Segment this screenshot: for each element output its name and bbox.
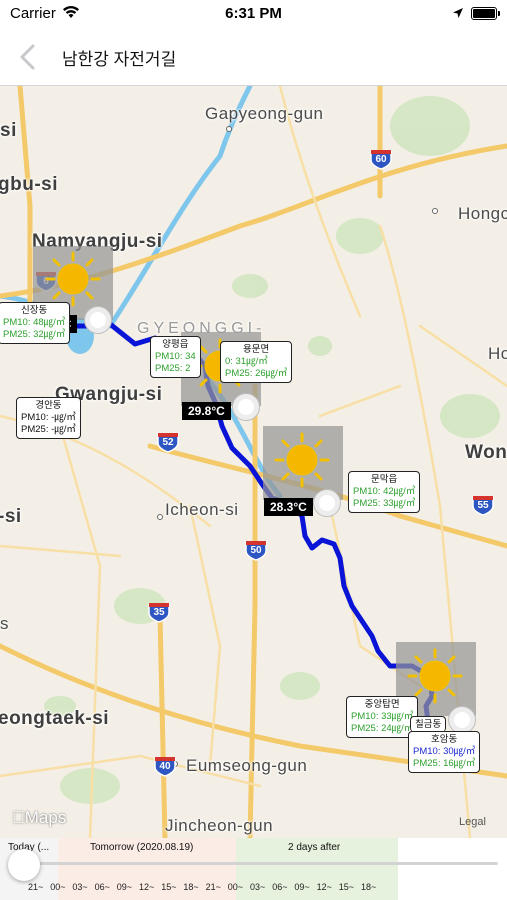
clock: 6:31 PM (225, 5, 282, 22)
timeline-tick: 06~ (272, 882, 288, 892)
highway-shield-60: 60 (369, 148, 393, 170)
timeline-tick: 03~ (72, 882, 88, 892)
station-detail-button[interactable] (448, 706, 476, 734)
forecast-timeline[interactable]: Today (... Tomorrow (2020.08.19) 2 days … (0, 838, 507, 900)
place-uijeongbu: gbu-si (0, 174, 58, 195)
temperature-label: 28.3°C (264, 498, 313, 516)
station-detail-button[interactable] (84, 306, 112, 334)
pm-card-gyeongan[interactable]: 경안동 PM10: -㎍/㎥ PM25: -㎍/㎥ (16, 397, 81, 439)
highway-shield-52: 52 (156, 431, 180, 453)
timeline-tick: 00~ (227, 882, 244, 892)
pm-card-hoam[interactable]: 호암동 PM10: 30㎍/㎥ PM25: 16㎍/㎥ (408, 731, 481, 773)
place-dot (226, 126, 232, 132)
pm-card-sinjang[interactable]: 신장동 PM10: 48㎍/㎥ PM25: 32㎍/㎥ (0, 302, 71, 344)
station-detail-button[interactable] (232, 393, 260, 421)
timeline-tick: 15~ (338, 882, 355, 892)
location-arrow-icon (453, 8, 463, 18)
highway-shield-50: 50 (244, 539, 268, 561)
timeline-tick: 18~ (361, 882, 377, 892)
timeline-tick: 06~ (94, 882, 110, 892)
timeline-tick: 09~ (294, 882, 310, 892)
pm-card-yongmun[interactable]: 용문면 0: 31㎍/㎥ PM25: 26㎍/㎥ (220, 341, 293, 383)
map-view[interactable]: Gapyeong-gun gbu-si Hongcheo Namyangju-s… (0, 86, 507, 838)
place-dot (432, 208, 438, 214)
timeline-tomorrow-label: Tomorrow (2020.08.19) (90, 842, 194, 853)
timeline-tick: 21~ (205, 882, 221, 892)
highway-shield-40: 40 (153, 755, 177, 777)
timeline-tick: 18~ (183, 882, 199, 892)
place-pyeongtaek: eongtaek-si (0, 708, 110, 729)
timeline-tick: 21~ (28, 882, 44, 892)
page-title: 남한강 자전거길 (62, 50, 177, 69)
place-si-left: -si (0, 506, 22, 527)
highway-shield-55: 55 (471, 494, 495, 516)
pm-card-chilgeum[interactable]: 칠금동 (410, 716, 447, 732)
timeline-tick: 03~ (250, 882, 266, 892)
timeline-tick: 15~ (161, 882, 177, 892)
timeline-track[interactable] (8, 862, 498, 865)
place-dot (157, 514, 163, 520)
place-ho: Ho (488, 344, 507, 363)
place-si-top: si (0, 120, 17, 141)
station-detail-button[interactable] (313, 489, 341, 517)
place-icheon: Icheon-si (165, 500, 239, 519)
pm-card-yangpyeong[interactable]: 양평읍 PM10: 34 PM25: 2 (150, 336, 201, 378)
timeline-tick: 12~ (139, 882, 155, 892)
timeline-after-label: 2 days after (288, 842, 341, 853)
status-bar: Carrier 6:31 PM (0, 0, 507, 30)
timeline-tick: 12~ (316, 882, 332, 892)
place-eumseong: Eumseong-gun (186, 756, 308, 775)
place-won: Won (465, 442, 507, 463)
legal-link[interactable]: Legal (459, 816, 486, 828)
sunny-weather-icon (274, 432, 330, 488)
battery-icon (471, 7, 500, 20)
apple-maps-logo: Maps (12, 808, 66, 827)
place-jincheon: Jincheon-gun (165, 816, 274, 835)
pm-card-jungangtap[interactable]: 중앙탑면 PM10: 33㎍/㎥ PM25: 24㎍/㎥ (346, 696, 419, 738)
place-gapyeong: Gapyeong-gun (205, 104, 324, 123)
highway-shield-35: 35 (147, 601, 171, 623)
sunny-weather-icon (45, 251, 101, 307)
timeline-tick: 09~ (116, 882, 133, 892)
navigation-bar: 남한강 자전거길 (0, 30, 507, 86)
timeline-slider-knob[interactable] (8, 849, 40, 881)
pm-card-munmak[interactable]: 문막읍 PM10: 42㎍/㎥ PM25: 33㎍/㎥ (348, 471, 421, 513)
place-s-left: s (0, 614, 9, 633)
back-chevron-icon[interactable] (14, 42, 44, 72)
timeline-tick: 00~ (50, 882, 66, 892)
place-hongcheon: Hongcheo (458, 204, 507, 223)
temperature-label: 29.8°C (182, 402, 231, 420)
